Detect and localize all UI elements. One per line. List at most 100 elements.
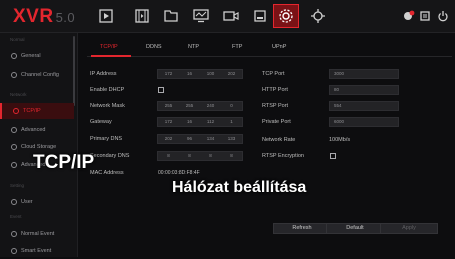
overlay-network-settings-caption: Hálózat beállítása [172,179,307,196]
sidebar-item-tcpip[interactable]: TCP/IP [0,103,74,119]
channel-icon [11,72,17,78]
camera-icon[interactable] [222,7,240,25]
event-icon [11,231,17,237]
network-rate-label: Network Rate [262,137,296,143]
ip-octet: 172 [164,71,173,76]
smart-event-icon [11,248,17,254]
tab-divider [87,56,452,57]
private-port-input[interactable]: 6000 [329,117,399,127]
network-icon [13,108,19,114]
http-port-label: HTTP Port [262,87,288,93]
ip-octet: 0 [230,103,233,108]
network-rate-value: 100Mb/s [329,137,351,143]
sidebar-section-normal: Normal [10,37,25,42]
primary-dns-label: Primary DNS [90,136,123,142]
http-port-input[interactable]: 80 [329,85,399,95]
ip-octet: 8 [188,153,191,158]
alarm-icon[interactable] [403,9,417,23]
ip-octet: 255 [185,103,194,108]
apply-button[interactable]: Apply [380,223,438,234]
overlay-tcpip-caption: TCP/IP [33,152,95,173]
tcp-port-label: TCP Port [262,71,285,77]
tab-upnp[interactable]: UPnP [272,44,286,50]
video-file-icon[interactable] [133,7,151,25]
sidebar-item-label: General [21,53,41,59]
ip-octet: 255 [164,103,173,108]
ip-octet: 8 [167,153,170,158]
tcp-port-input[interactable]: 3000 [329,69,399,79]
power-icon[interactable] [437,9,451,23]
sidebar-item-label: Channel Config [21,72,59,78]
mac-address-value: 00:00:03:8D:F8:4F [158,170,200,176]
ip-octet: 16 [186,71,192,76]
tab-tcpip[interactable]: TCP/IP [100,44,118,50]
playback-icon[interactable] [97,7,115,25]
ip-octet: 16 [186,119,192,124]
settings-icon[interactable] [273,4,299,28]
logo-version: 5.0 [55,10,76,25]
logo-text: XVR [13,6,54,27]
enable-dhcp-checkbox[interactable] [158,87,164,93]
mac-address-label: MAC Address [90,170,124,176]
backup-icon[interactable] [251,7,269,25]
ip-address-label: IP Address [90,71,117,77]
network-icon[interactable] [309,7,327,25]
sidebar: Normal General Channel Config Network TC… [0,33,78,257]
default-button[interactable]: Default [326,223,384,234]
advanced-icon [11,127,17,133]
sidebar-section-network: Network [10,92,27,97]
ip-octet: 240 [206,103,215,108]
ip-octet: 172 [164,119,173,124]
gateway-input[interactable]: 172 16 112 1 [157,117,243,127]
user-icon [11,199,17,205]
advanced-icon [11,162,17,168]
ip-octet: 8 [230,153,233,158]
network-mask-label: Network Mask [90,103,125,109]
notification-icon[interactable] [419,9,433,23]
sidebar-item-label: Normal Event [21,231,55,237]
ip-octet: 133 [227,136,236,141]
ip-octet: 134 [206,136,215,141]
tab-ftp[interactable]: FTP [232,44,242,50]
refresh-button[interactable]: Refresh [273,223,331,234]
gateway-label: Gateway [90,119,112,125]
ip-octet: 202 [164,136,173,141]
ip-address-input[interactable]: 172 16 100 202 [157,69,243,79]
sidebar-item-user[interactable]: User [0,194,72,210]
sidebar-item-label: TCP/IP [23,108,41,114]
sidebar-item-label: Cloud Storage [21,144,57,150]
folder-icon[interactable] [162,7,180,25]
ip-octet: 202 [227,71,236,76]
app-logo: XVR 5.0 [13,6,75,28]
enable-dhcp-label: Enable DHCP [90,87,125,93]
primary-dns-input[interactable]: 202 96 134 133 [157,134,243,144]
cloud-icon [11,144,17,150]
network-mask-input[interactable]: 255 255 240 0 [157,101,243,111]
rtsp-encryption-checkbox[interactable] [330,153,336,159]
rtsp-port-input[interactable]: 554 [329,101,399,111]
tab-ddns[interactable]: DDNS [146,44,162,50]
ip-octet: 100 [206,71,215,76]
sidebar-item-advanced-network[interactable]: Advanced [0,122,72,138]
sidebar-item-normal-event[interactable]: Normal Event [0,226,72,242]
sidebar-section-setting: Setting [10,183,25,188]
tab-ntp[interactable]: NTP [188,44,199,50]
secondary-dns-input[interactable]: 8 8 8 8 [157,151,243,161]
monitor-icon[interactable] [192,7,210,25]
private-port-label: Private Port [262,119,291,125]
sidebar-item-channel-config[interactable]: Channel Config [0,67,72,83]
rtsp-port-label: RTSP Port [262,103,289,109]
ip-octet: 1 [230,119,233,124]
rtsp-encryption-label: RTSP Encryption [262,153,304,159]
sidebar-item-label: Advanced [21,127,46,133]
active-tab-indicator [91,55,131,57]
ip-octet: 96 [186,136,192,141]
gear-icon [11,53,17,59]
ip-octet: 8 [209,153,212,158]
sidebar-section-event: Event [10,214,22,219]
sidebar-item-label: User [21,199,33,205]
ip-octet: 112 [206,119,215,124]
sidebar-item-general[interactable]: General [0,48,72,64]
sidebar-item-label: Smart Event [21,248,52,254]
sidebar-scrollbar[interactable] [73,36,75,106]
